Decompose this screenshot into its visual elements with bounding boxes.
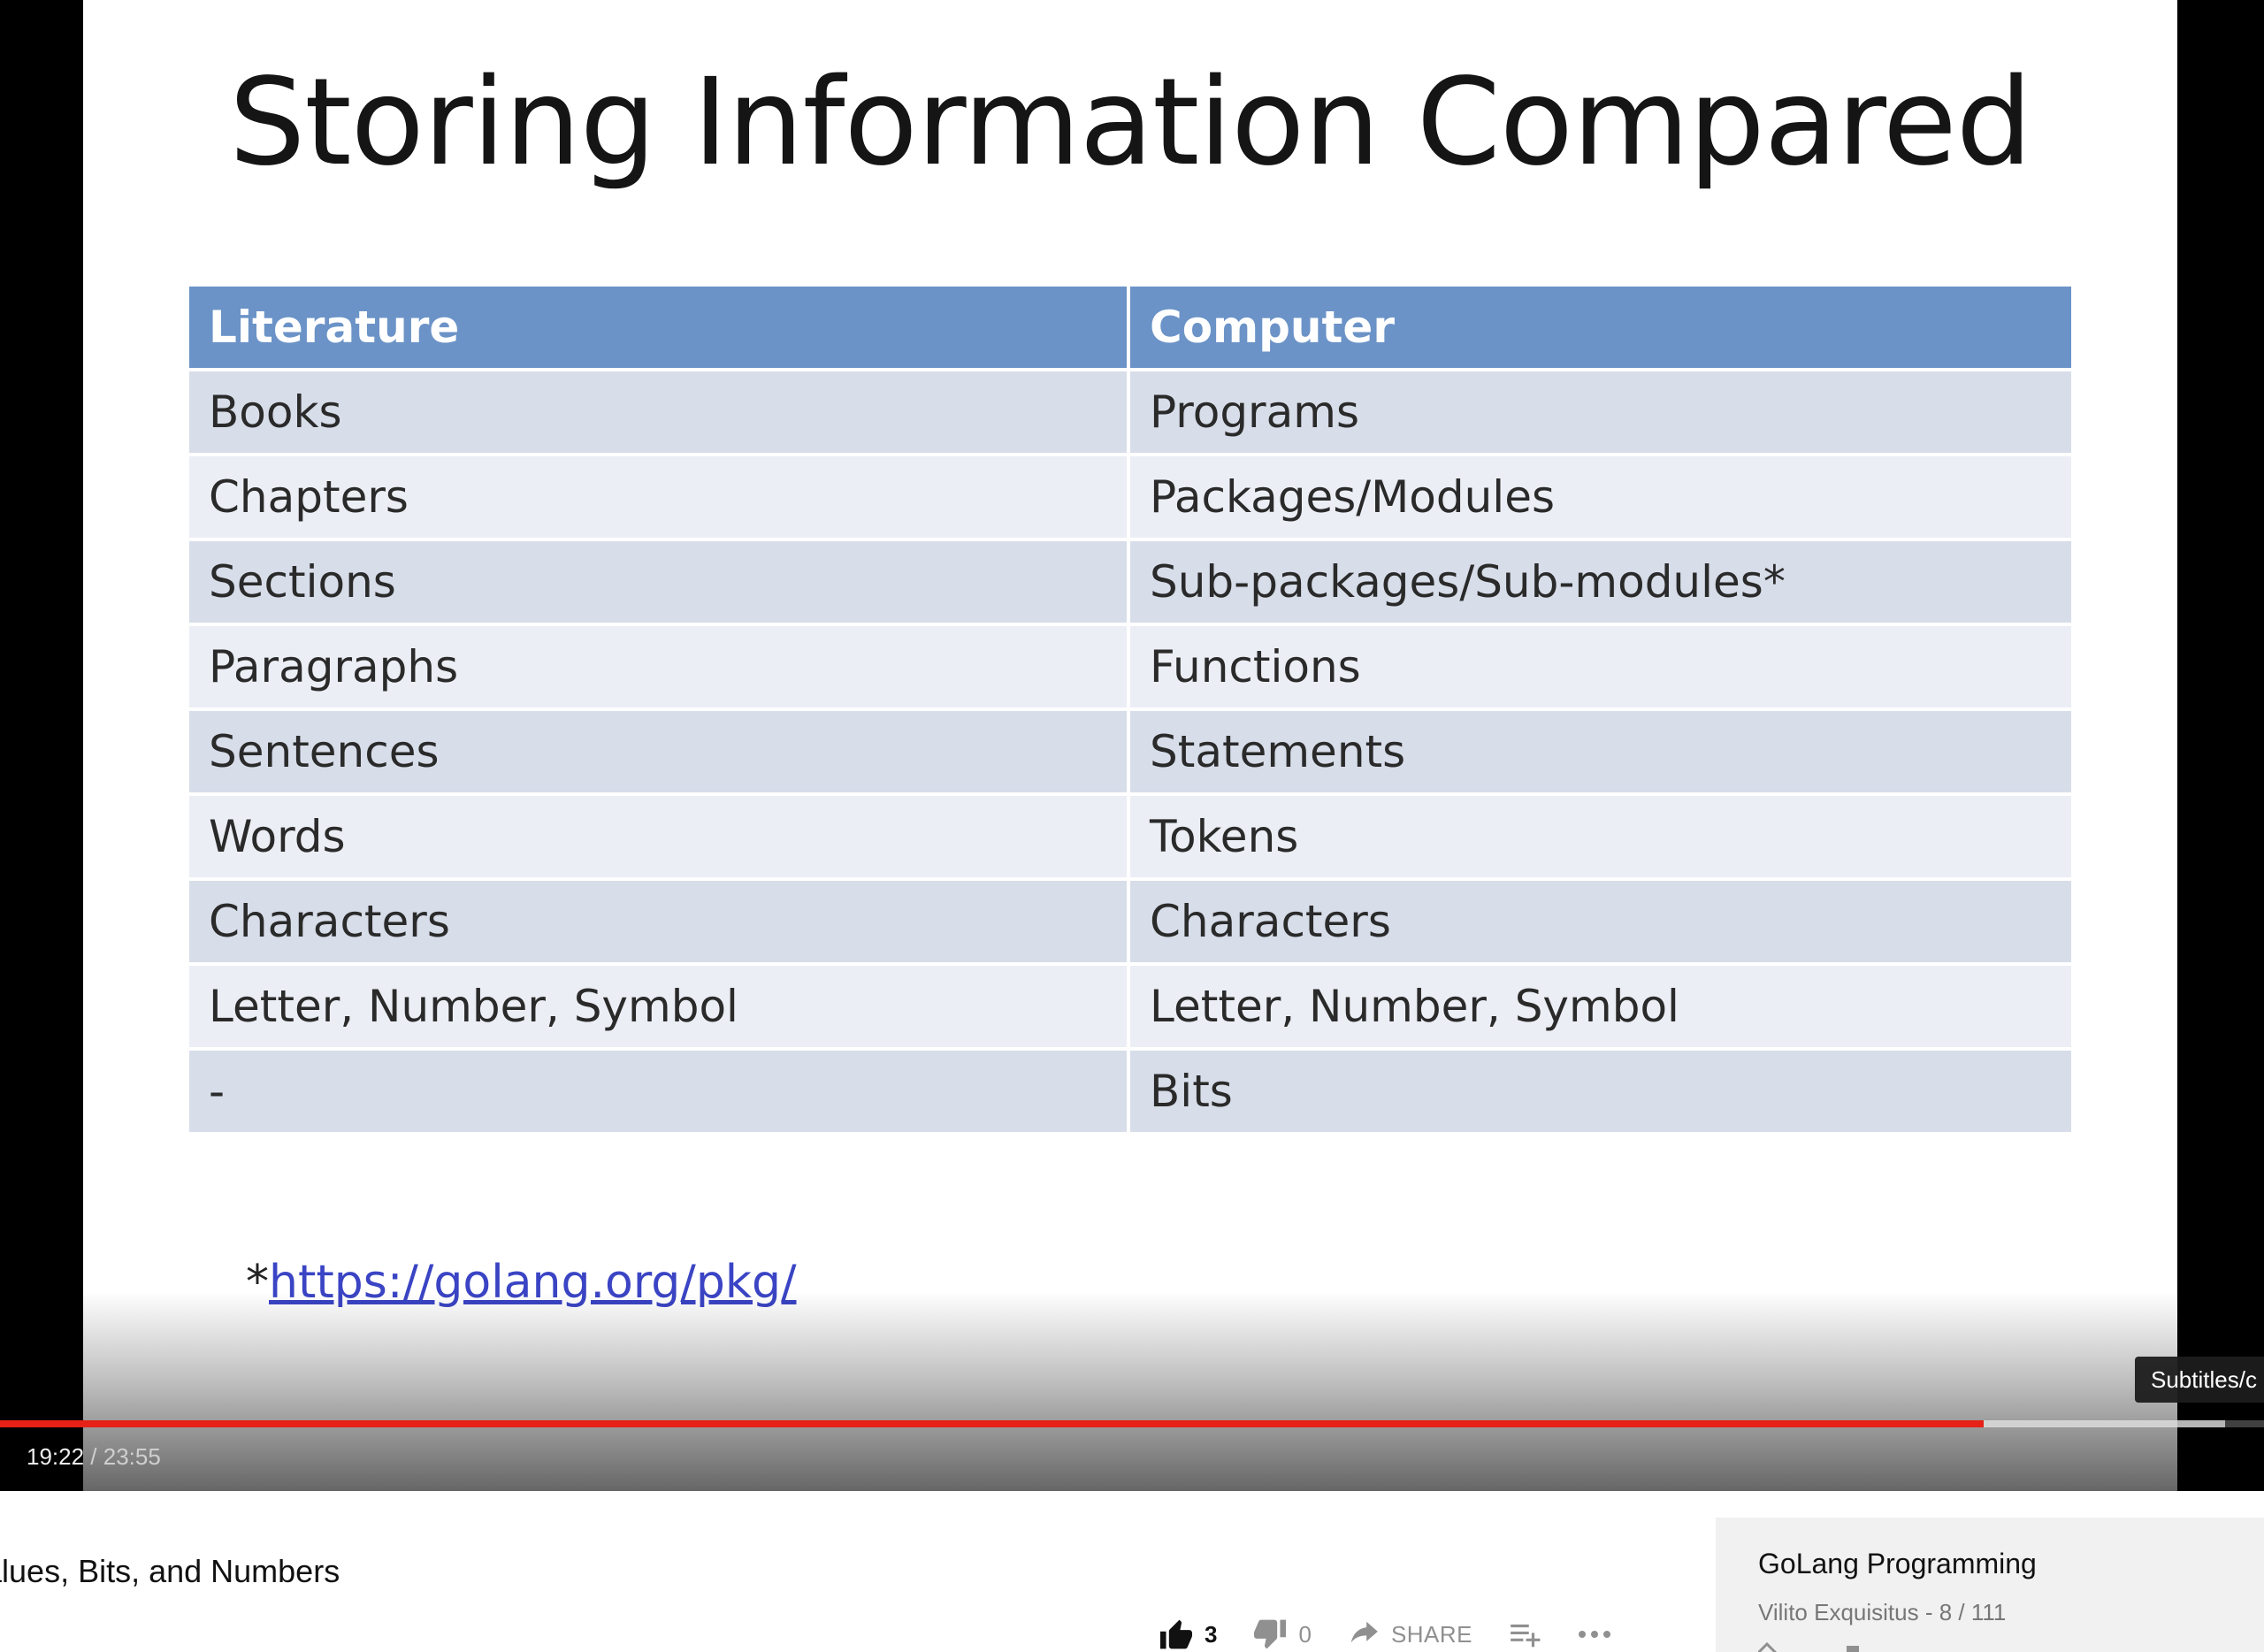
playlist-title[interactable]: GoLang Programming: [1758, 1548, 2037, 1580]
table-cell: Chapters: [189, 456, 1127, 538]
video-actions: 3 0 SHARE: [1159, 1617, 1648, 1652]
table-cell: Sub-packages/Sub-modules*: [1130, 541, 2071, 623]
table-cell: Packages/Modules: [1130, 456, 2071, 538]
time-separator: /: [84, 1443, 103, 1470]
table-row: Words Tokens: [189, 796, 2071, 877]
comparison-table: Literature Computer Books Programs Chapt…: [189, 287, 2071, 1136]
table-cell: Paragraphs: [189, 626, 1127, 707]
subtitles-tooltip: Subtitles/c: [2135, 1357, 2264, 1403]
table-cell: -: [189, 1051, 1127, 1132]
dislike-count: 0: [1298, 1620, 1312, 1648]
add-to-playlist-button[interactable]: [1508, 1621, 1541, 1648]
video-player[interactable]: Storing Information Compared Literature …: [0, 0, 2264, 1491]
table-header-cell: Literature: [189, 287, 1127, 368]
progress-bar[interactable]: [0, 1420, 2264, 1427]
table-header-row: Literature Computer: [189, 287, 2071, 368]
table-cell: Sentences: [189, 711, 1127, 792]
playlist-controls: [1758, 1641, 1882, 1652]
table-row: Sentences Statements: [189, 711, 2071, 792]
slide-frame: Storing Information Compared Literature …: [83, 0, 2177, 1491]
table-cell: Programs: [1130, 371, 2071, 453]
thumb-down-icon: [1252, 1618, 1288, 1650]
time-display: 19:22 / 23:55: [27, 1443, 161, 1471]
dislike-button[interactable]: 0: [1252, 1618, 1312, 1650]
share-label: SHARE: [1390, 1620, 1473, 1648]
more-actions-button[interactable]: [1577, 1628, 1612, 1641]
slide-title: Storing Information Compared: [228, 53, 2032, 193]
share-button[interactable]: SHARE: [1347, 1619, 1472, 1649]
table-row: Sections Sub-packages/Sub-modules*: [189, 541, 2071, 623]
playlist-panel[interactable]: GoLang Programming Vilito Exquisitus - 8…: [1716, 1518, 2264, 1652]
table-row: Paragraphs Functions: [189, 626, 2071, 707]
like-button[interactable]: 3: [1159, 1618, 1217, 1650]
table-cell: Words: [189, 796, 1127, 877]
add-to-playlist-icon: [1508, 1621, 1541, 1648]
table-cell: Sections: [189, 541, 1127, 623]
playlist-meta: Vilito Exquisitus - 8 / 111: [1758, 1599, 2007, 1625]
duration: 23:55: [103, 1443, 161, 1470]
video-title: alues, Bits, and Numbers: [0, 1553, 340, 1589]
table-header-cell: Computer: [1130, 287, 2071, 368]
table-row: Characters Characters: [189, 881, 2071, 962]
table-row: - Bits: [189, 1051, 2071, 1132]
table-row: Letter, Number, Symbol Letter, Number, S…: [189, 966, 2071, 1047]
share-arrow-icon: [1347, 1619, 1381, 1649]
table-cell: Books: [189, 371, 1127, 453]
table-cell: Characters: [189, 881, 1127, 962]
table-row: Books Programs: [189, 371, 2071, 453]
table-cell: Functions: [1130, 626, 2071, 707]
table-cell: Letter, Number, Symbol: [189, 966, 1127, 1047]
thumb-up-icon: [1159, 1618, 1194, 1650]
more-icon: [1577, 1628, 1612, 1641]
table-cell: Statements: [1130, 711, 2071, 792]
table-cell: Tokens: [1130, 796, 2071, 877]
controls-gradient: [0, 1291, 2264, 1491]
table-row: Chapters Packages/Modules: [189, 456, 2071, 538]
table-cell: Letter, Number, Symbol: [1130, 966, 2071, 1047]
table-cell: Bits: [1130, 1051, 2071, 1132]
like-count: 3: [1205, 1620, 1218, 1648]
progress-played: [0, 1420, 1984, 1427]
table-cell: Characters: [1130, 881, 2071, 962]
current-time: 19:22: [27, 1443, 85, 1470]
